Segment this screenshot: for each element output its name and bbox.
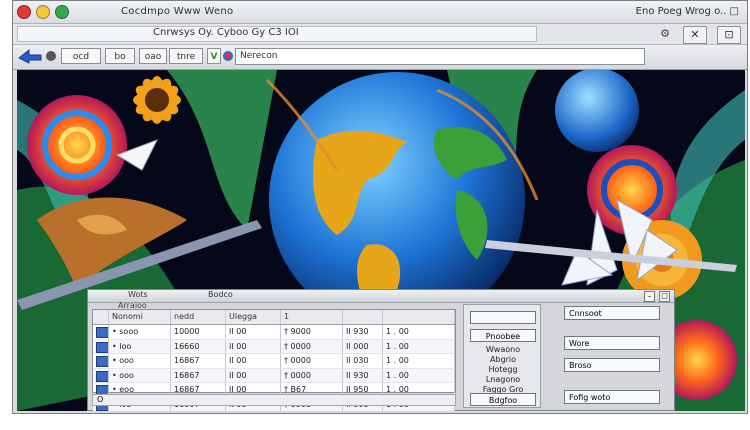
table-cell: † 0000: [281, 368, 343, 382]
table-row[interactable]: • sooo 10000 II 00 † 9000 II 930 1 . 00: [93, 325, 455, 340]
table-cell: II 00: [226, 354, 281, 368]
toolbar-button-2[interactable]: bo: [105, 48, 135, 64]
close-window-button[interactable]: [17, 5, 31, 19]
table-cell: † 9000: [281, 325, 343, 339]
row-icon: [93, 354, 109, 368]
address-bar[interactable]: Nerecon: [235, 48, 645, 65]
table-cell: 1 . 00: [383, 368, 455, 382]
panel-controls: – □: [644, 291, 670, 302]
browser-logo-icon: [17, 48, 43, 64]
back-icon[interactable]: [46, 51, 56, 61]
row-icon: [93, 368, 109, 382]
table-cell: † 0000: [281, 354, 343, 368]
toolbar-button-4[interactable]: tnre: [169, 48, 203, 64]
table-cell: • loo: [109, 339, 171, 353]
row-icon: [93, 339, 109, 353]
column-header[interactable]: [93, 310, 109, 324]
table-cell: II 00: [226, 325, 281, 339]
action-button-4[interactable]: Fofig woto: [564, 390, 660, 404]
toolbar: ocd bo oao tnre V Nerecon: [13, 45, 747, 70]
table-row[interactable]: • loo 16660 II 00 † 0000 II 000 1 . 00: [93, 339, 455, 354]
window-controls: [17, 5, 69, 19]
table-cell: 10000: [171, 325, 226, 339]
bottom-option-button[interactable]: Bdgfoo: [470, 393, 536, 406]
table-cell: • sooo: [109, 325, 171, 339]
option-label: Hotegg: [488, 365, 518, 374]
column-header[interactable]: Nonomi: [109, 310, 171, 324]
help-icon[interactable]: ⊡: [717, 26, 741, 44]
minimize-window-button[interactable]: [36, 5, 50, 19]
table-cell: II 00: [226, 368, 281, 382]
table-cell: II 00: [226, 339, 281, 353]
column-header[interactable]: Ulegga: [226, 310, 281, 324]
table-cell: 1 . 00: [383, 354, 455, 368]
actions-column: Cnnsoot Wore Broso Fofig woto: [558, 304, 670, 408]
primary-option-button[interactable]: Pnoobee: [470, 329, 536, 342]
table-cell: II 930: [343, 325, 383, 339]
table-row[interactable]: • ooo 16867 II 00 † 0000 II 030 1 . 00: [93, 354, 455, 369]
option-label: Lnagono: [485, 375, 521, 384]
panel-title-secondary: Bodco: [208, 290, 233, 299]
table-cell: 16867: [171, 354, 226, 368]
column-header[interactable]: [343, 310, 383, 324]
panel-title-bar: Wots Bodco – □: [88, 290, 674, 303]
title-bar: Cocdmpo Www Weno Eno Poeg Wrog o.. □: [13, 1, 747, 24]
column-header[interactable]: 1: [281, 310, 343, 324]
action-button-1[interactable]: Cnnsoot: [564, 306, 660, 320]
action-button-3[interactable]: Broso: [564, 358, 660, 372]
table-cell: • ooo: [109, 368, 171, 382]
table-cell: II 030: [343, 354, 383, 368]
window-title-right: Eno Poeg Wrog o.. □: [635, 6, 739, 17]
menu-bar: Cnrwsys Oy. Cyboo Gy C3 IOI ⚙ ✕ ⊡: [13, 24, 747, 45]
site-icon: [223, 51, 233, 61]
panel-maximize-button[interactable]: □: [659, 291, 670, 302]
table-cell: 16867: [171, 368, 226, 382]
column-header[interactable]: nedd: [171, 310, 226, 324]
menu-icons: ⚙ ✕ ⊡: [657, 26, 741, 44]
table-cell: II 930: [343, 368, 383, 382]
table-cell: 1 . 00: [383, 325, 455, 339]
option-label: Wwaono: [485, 345, 521, 354]
gear-icon[interactable]: ⚙: [657, 26, 673, 41]
menu-text: Cnrwsys Oy. Cyboo Gy C3 IOI: [153, 27, 299, 38]
panel-minimize-button[interactable]: –: [644, 291, 655, 302]
table-header: Nonomi nedd Ulegga 1: [93, 310, 455, 325]
action-button-2[interactable]: Wore: [564, 336, 660, 350]
browser-window: Cocdmpo Www Weno Eno Poeg Wrog o.. □ Cnr…: [12, 0, 748, 414]
table-cell: 16660: [171, 339, 226, 353]
option-label: Abgrio: [489, 355, 517, 364]
column-header: [383, 310, 455, 324]
panel-title: Wots: [128, 290, 148, 299]
options-column: Pnoobee Wwaono Abgrio Hotegg Lnagono Fag…: [463, 304, 541, 408]
toolbar-button-1[interactable]: ocd: [61, 48, 101, 64]
table-cell: • ooo: [109, 354, 171, 368]
table-cell: II 000: [343, 339, 383, 353]
dialog-panel: Wots Bodco – □ Arraioo Nonomi nedd Ulegg…: [87, 289, 675, 411]
top-button[interactable]: [470, 311, 536, 324]
table-cell: † 0000: [281, 339, 343, 353]
close-icon[interactable]: ✕: [683, 26, 707, 44]
window-title: Cocdmpo Www Weno: [121, 6, 234, 17]
table-row[interactable]: • ooo 16867 II 00 † 0000 II 930 1 . 00: [93, 368, 455, 383]
artwork-background: Wots Bodco – □ Arraioo Nonomi nedd Ulegg…: [17, 70, 745, 411]
check-icon[interactable]: V: [207, 48, 221, 64]
maximize-window-button[interactable]: [55, 5, 69, 19]
toolbar-button-3[interactable]: oao: [139, 48, 167, 64]
row-icon: [93, 325, 109, 339]
table-cell: 1 . 00: [383, 339, 455, 353]
data-table: Nonomi nedd Ulegga 1 • sooo 10000 II 00 …: [92, 309, 456, 411]
table-footer[interactable]: O: [92, 394, 456, 406]
